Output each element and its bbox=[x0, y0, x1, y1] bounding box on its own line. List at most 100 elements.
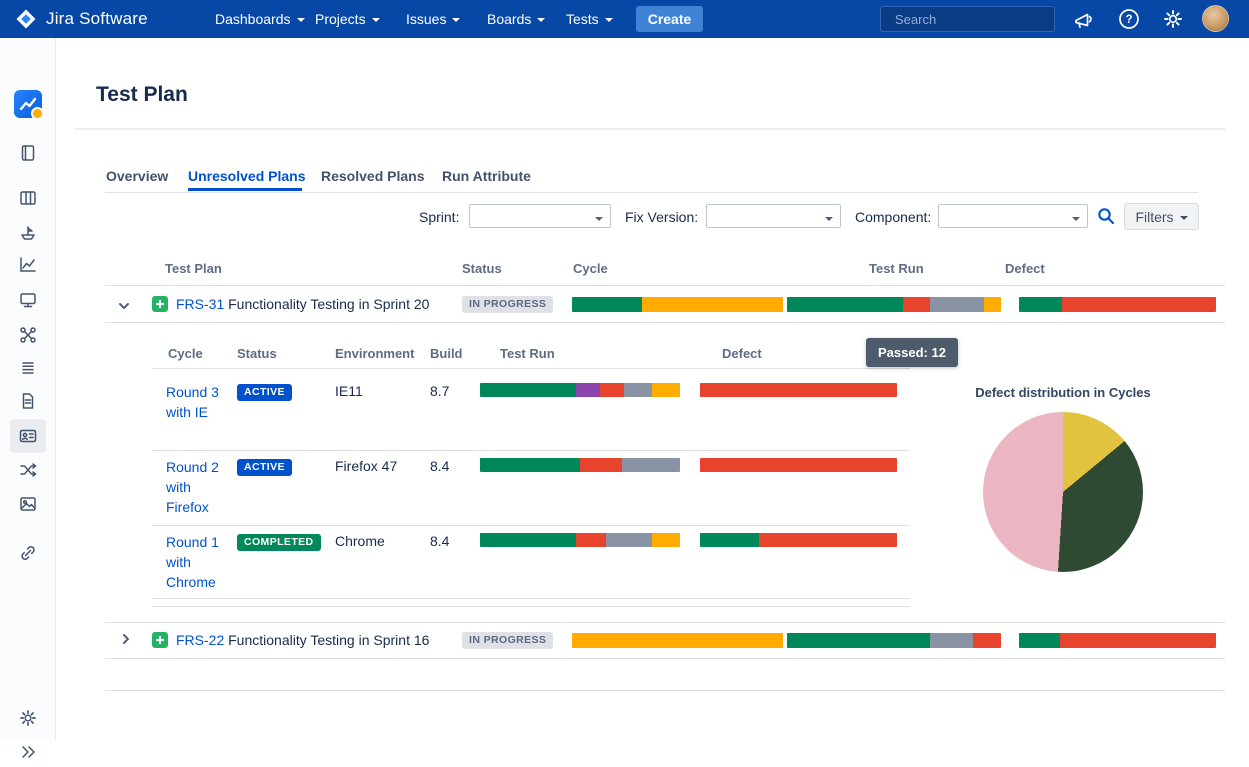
test-run-progress-bar[interactable] bbox=[787, 297, 1001, 312]
sidebar-item-test-plans[interactable] bbox=[18, 426, 38, 446]
bar-segment bbox=[1062, 297, 1216, 312]
sidebar-settings[interactable] bbox=[18, 708, 38, 728]
cycle-progress-bar[interactable] bbox=[572, 297, 783, 312]
chart-tooltip: Passed: 12 bbox=[866, 338, 958, 367]
sidebar-item-releases[interactable] bbox=[18, 223, 38, 243]
tab-overview[interactable]: Overview bbox=[106, 168, 168, 184]
divider bbox=[152, 525, 910, 526]
col-header-test-plan: Test Plan bbox=[165, 261, 222, 276]
divider bbox=[105, 192, 1198, 193]
cycle-link[interactable]: Round 2 with Firefox bbox=[166, 457, 230, 517]
create-button[interactable]: Create bbox=[636, 6, 703, 32]
collapse-chevron-icon[interactable] bbox=[117, 299, 131, 313]
sidebar-item-reports[interactable] bbox=[18, 255, 38, 275]
expand-chevron-icon[interactable] bbox=[119, 632, 133, 646]
help-icon[interactable]: ? bbox=[1117, 7, 1141, 31]
test-run-progress-bar[interactable] bbox=[480, 383, 680, 397]
divider bbox=[105, 285, 1225, 286]
bar-segment bbox=[973, 633, 1001, 648]
environment-value: Chrome bbox=[335, 533, 385, 549]
bar-segment bbox=[600, 383, 624, 397]
components-icon bbox=[18, 325, 38, 345]
shuffle-icon bbox=[18, 460, 38, 480]
menu-tests[interactable]: Tests bbox=[566, 0, 613, 38]
divider bbox=[152, 598, 910, 599]
bar-segment bbox=[1019, 633, 1060, 648]
cycle-progress-bar[interactable] bbox=[572, 633, 783, 648]
sidebar-item-components[interactable] bbox=[18, 325, 38, 345]
sidebar-item-board[interactable] bbox=[18, 188, 38, 208]
releases-ship-icon bbox=[18, 223, 38, 243]
sidebar-item-media[interactable] bbox=[18, 494, 38, 514]
col-header-defect: Defect bbox=[722, 346, 762, 361]
settings-gear-icon[interactable] bbox=[1161, 7, 1185, 31]
sidebar-item-shuffle[interactable] bbox=[18, 460, 38, 480]
sidebar-item-tests[interactable] bbox=[18, 290, 38, 310]
defect-progress-bar[interactable] bbox=[700, 533, 897, 547]
fix-version-select[interactable] bbox=[706, 204, 841, 228]
bar-segment bbox=[700, 383, 897, 397]
environment-value: Firefox 47 bbox=[335, 458, 397, 474]
defect-distribution-pie-chart[interactable] bbox=[983, 412, 1143, 572]
project-sidebar bbox=[0, 38, 56, 740]
test-run-progress-bar[interactable] bbox=[787, 633, 1001, 648]
sprint-select[interactable] bbox=[469, 204, 611, 228]
divider bbox=[152, 368, 910, 369]
menu-dashboards[interactable]: Dashboards bbox=[215, 0, 305, 38]
user-avatar[interactable] bbox=[1202, 5, 1229, 32]
sidebar-item-links[interactable] bbox=[18, 543, 38, 563]
cycle-link[interactable]: Round 3 with IE bbox=[166, 382, 230, 422]
bar-segment bbox=[1019, 297, 1062, 312]
pie-chart-title: Defect distribution in Cycles bbox=[963, 385, 1163, 400]
jira-home-link[interactable]: Jira Software bbox=[14, 0, 148, 38]
menu-issues[interactable]: Issues bbox=[406, 0, 460, 38]
test-run-progress-bar[interactable] bbox=[480, 458, 680, 472]
top-navigation-bar: Jira Software Dashboards Projects Issues… bbox=[0, 0, 1249, 38]
sidebar-item-documents[interactable] bbox=[18, 391, 38, 411]
tab-resolved-plans[interactable]: Resolved Plans bbox=[321, 168, 425, 184]
bar-segment bbox=[700, 458, 897, 472]
defect-progress-bar[interactable] bbox=[700, 383, 897, 397]
test-run-progress-bar[interactable] bbox=[480, 533, 680, 547]
menu-projects-label: Projects bbox=[315, 11, 366, 27]
plan-title: FRS-31 Functionality Testing in Sprint 2… bbox=[176, 296, 429, 312]
issue-key-link[interactable]: FRS-22 bbox=[176, 632, 224, 648]
menu-projects[interactable]: Projects bbox=[315, 0, 380, 38]
defect-progress-bar[interactable] bbox=[700, 458, 897, 472]
sidebar-expand[interactable] bbox=[18, 742, 38, 762]
bar-segment bbox=[930, 297, 984, 312]
filters-button[interactable]: Filters bbox=[1124, 203, 1199, 230]
sidebar-item-backlog[interactable] bbox=[18, 358, 38, 378]
board-columns-icon bbox=[18, 188, 38, 208]
active-tab-indicator bbox=[188, 188, 302, 191]
menu-issues-label: Issues bbox=[406, 11, 446, 27]
bar-segment bbox=[480, 458, 580, 472]
cycle-link[interactable]: Round 1 with Chrome bbox=[166, 532, 230, 592]
menu-tests-label: Tests bbox=[566, 11, 599, 27]
bar-segment bbox=[580, 458, 622, 472]
divider bbox=[105, 322, 1225, 323]
project-avatar-badge bbox=[31, 107, 44, 120]
chevron-down-icon bbox=[1072, 217, 1080, 221]
defect-progress-bar[interactable] bbox=[1019, 633, 1216, 648]
apply-filter-search-icon[interactable] bbox=[1096, 206, 1116, 226]
bar-segment bbox=[480, 533, 576, 547]
issue-type-icon bbox=[152, 296, 168, 312]
jira-logo-icon bbox=[14, 7, 38, 31]
tab-unresolved-plans[interactable]: Unresolved Plans bbox=[188, 168, 306, 184]
sidebar-item-book[interactable] bbox=[18, 143, 38, 163]
divider bbox=[152, 606, 910, 607]
tab-run-attribute[interactable]: Run Attribute bbox=[442, 168, 531, 184]
component-select[interactable] bbox=[938, 204, 1088, 228]
sprint-label: Sprint: bbox=[419, 209, 459, 225]
menu-dashboards-label: Dashboards bbox=[215, 11, 291, 27]
build-value: 8.4 bbox=[430, 458, 449, 474]
menu-boards[interactable]: Boards bbox=[487, 0, 545, 38]
search-input[interactable] bbox=[895, 12, 1071, 27]
defect-progress-bar[interactable] bbox=[1019, 297, 1216, 312]
chevron-down-icon bbox=[452, 18, 460, 22]
issue-key-link[interactable]: FRS-31 bbox=[176, 296, 224, 312]
col-header-build: Build bbox=[430, 346, 463, 361]
feedback-megaphone-icon[interactable] bbox=[1072, 7, 1096, 31]
global-search[interactable] bbox=[880, 6, 1055, 32]
